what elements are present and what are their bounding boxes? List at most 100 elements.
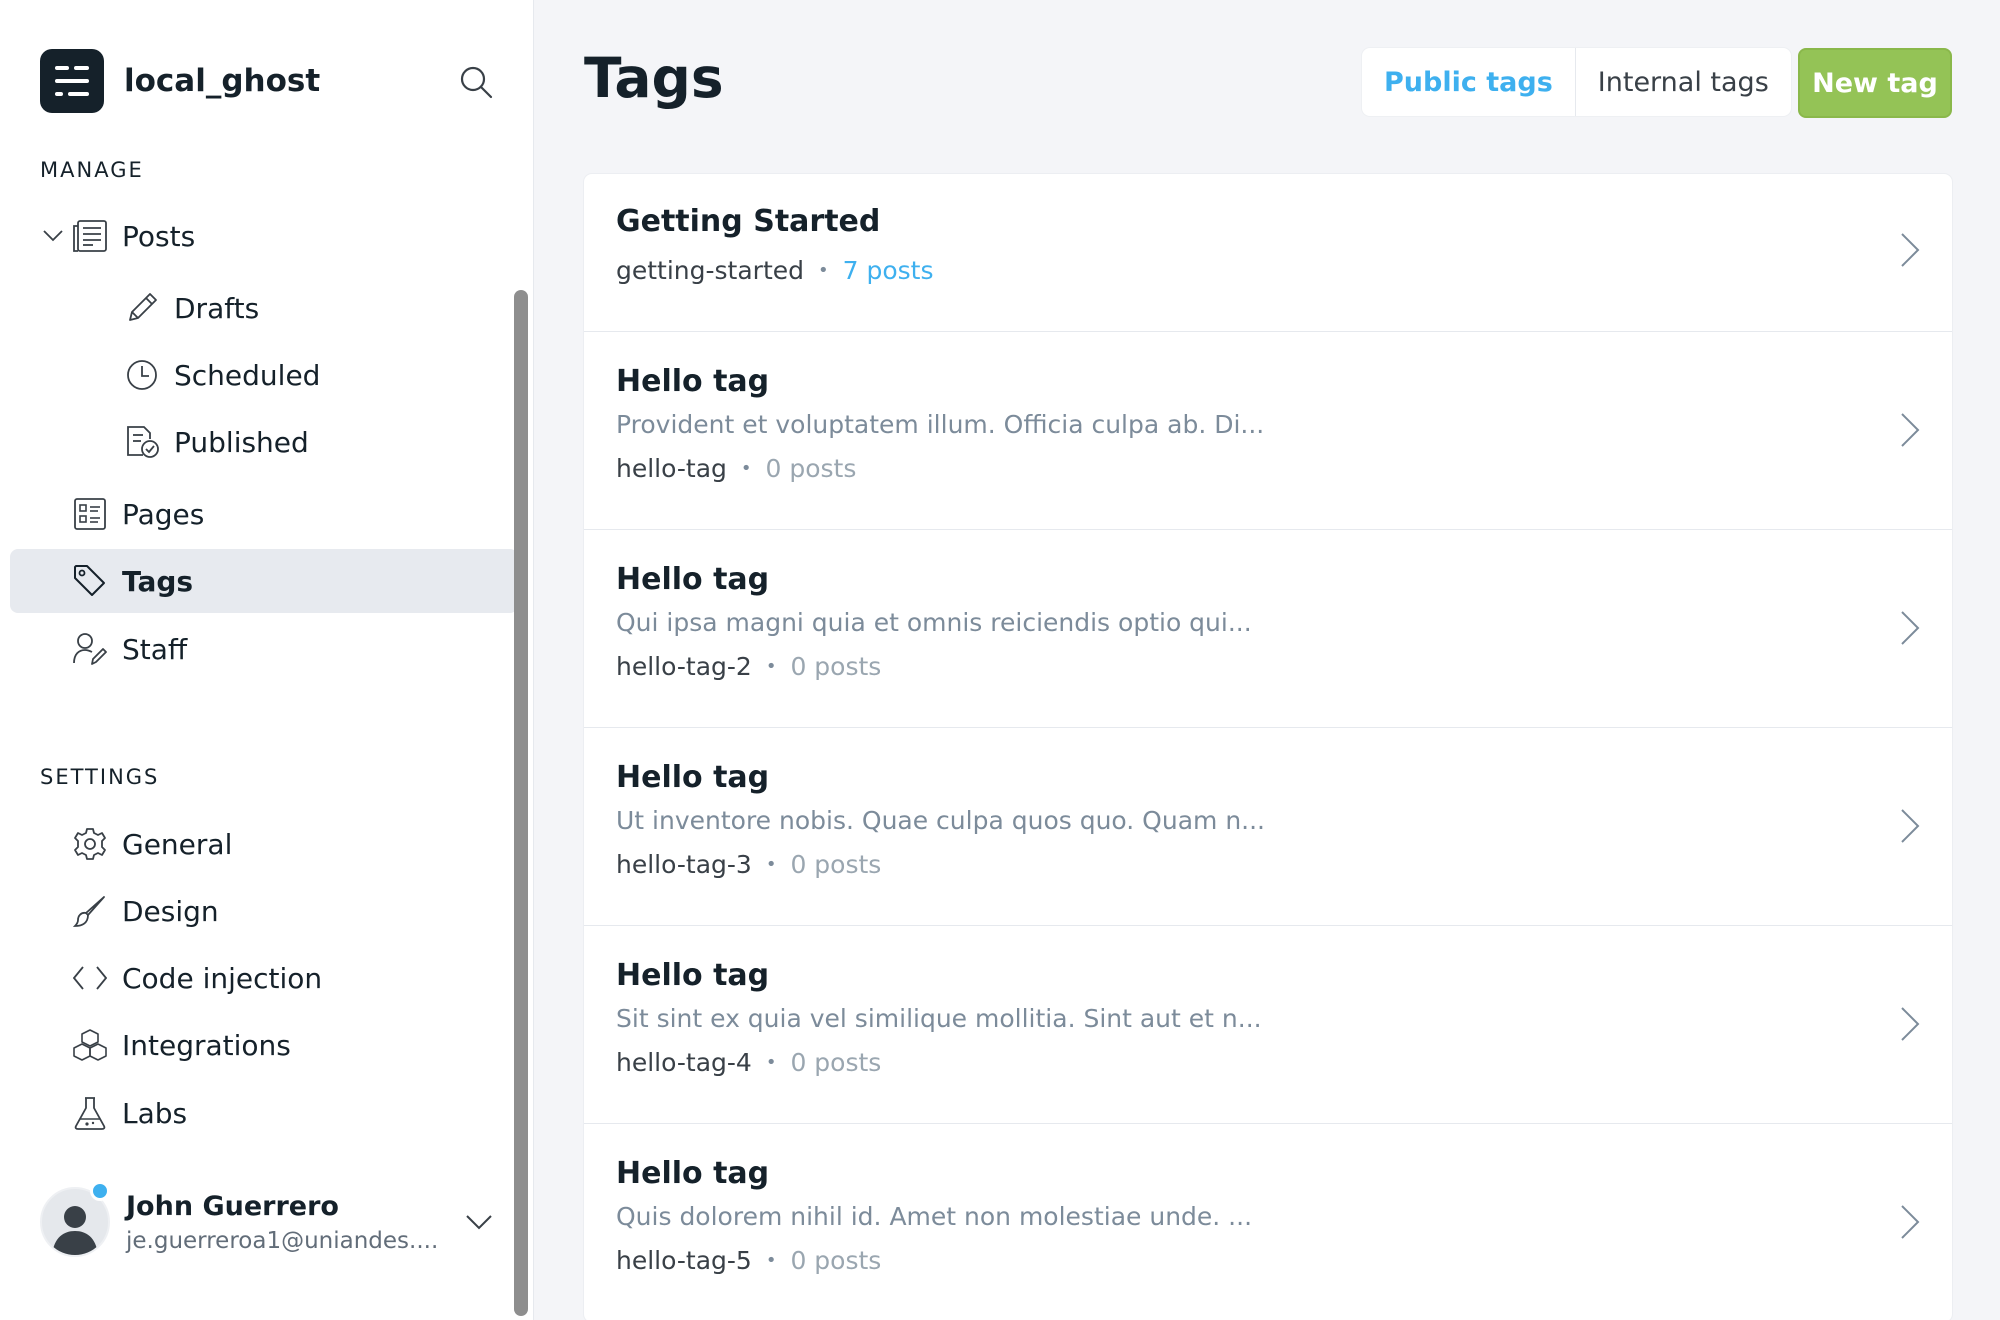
tag-slug: hello-tag-4: [616, 1048, 752, 1077]
chevron-right-icon: [1901, 1205, 1920, 1239]
sidebar-item-published[interactable]: Published: [10, 410, 518, 474]
tag-post-count: 0 posts: [790, 1048, 882, 1077]
sidebar-item-label: Posts: [122, 219, 196, 253]
published-icon: [124, 424, 160, 460]
sidebar-item-label: Code injection: [122, 961, 323, 995]
meta-separator: •: [765, 1052, 777, 1073]
chevron-right-icon: [1901, 809, 1920, 843]
tag-row[interactable]: Hello tag Provident et voluptatem illum.…: [584, 332, 1952, 530]
sidebar-item-label: Drafts: [174, 291, 260, 325]
tag-slug: hello-tag: [616, 454, 727, 483]
sidebar-item-design[interactable]: Design: [10, 879, 518, 943]
tag-meta: hello-tag • 0 posts: [616, 454, 856, 483]
sidebar-item-posts[interactable]: Posts: [10, 204, 518, 268]
clock-icon: [124, 357, 160, 393]
sidebar-item-pages[interactable]: Pages: [10, 482, 518, 546]
manage-section-title: MANAGE: [40, 158, 144, 182]
chevron-right-icon: [1901, 611, 1920, 645]
tag-slug: hello-tag-3: [616, 850, 752, 879]
tag-type-tabs: Public tags Internal tags: [1362, 48, 1791, 116]
chevron-down-icon[interactable]: [40, 223, 66, 249]
tag-row[interactable]: Getting Started getting-started • 7 post…: [584, 174, 1952, 332]
sidebar-scrollbar[interactable]: [514, 290, 528, 1316]
user-menu[interactable]: John Guerrero je.guerreroa1@uniandes....: [40, 1181, 500, 1262]
gear-icon: [72, 826, 108, 862]
tag-description: Sit sint ex quia vel similique mollitia.…: [616, 1004, 1262, 1033]
search-button[interactable]: [456, 62, 496, 102]
ghost-logo-icon: [40, 49, 104, 113]
integrations-icon: [72, 1027, 108, 1063]
sidebar-item-label: Design: [122, 894, 219, 928]
sidebar-item-tags[interactable]: Tags: [10, 549, 518, 613]
sidebar-item-label: Integrations: [122, 1028, 291, 1062]
code-icon: [72, 960, 108, 996]
tag-post-count: 0 posts: [790, 652, 882, 681]
chevron-down-icon[interactable]: [464, 1212, 494, 1232]
flask-icon: [72, 1095, 108, 1131]
tag-description: Provident et voluptatem illum. Officia c…: [616, 410, 1265, 439]
sidebar-item-general[interactable]: General: [10, 812, 518, 876]
tag-row[interactable]: Hello tag Ut inventore nobis. Quae culpa…: [584, 728, 1952, 926]
user-email: je.guerreroa1@uniandes....: [126, 1227, 439, 1254]
tag-name: Hello tag: [616, 760, 770, 795]
tag-slug: hello-tag-5: [616, 1246, 752, 1275]
tab-internal-tags[interactable]: Internal tags: [1574, 48, 1791, 116]
tag-meta: hello-tag-4 • 0 posts: [616, 1048, 881, 1077]
new-tag-button[interactable]: New tag: [1798, 48, 1952, 118]
sidebar-item-label: General: [122, 827, 233, 861]
posts-icon: [72, 218, 108, 254]
chevron-right-icon: [1901, 233, 1920, 267]
notification-dot: [90, 1181, 110, 1201]
tag-meta: hello-tag-5 • 0 posts: [616, 1246, 881, 1275]
brush-icon: [72, 893, 108, 929]
settings-section-title: SETTINGS: [40, 765, 160, 789]
tag-slug: hello-tag-2: [616, 652, 752, 681]
tag-row[interactable]: Hello tag Qui ipsa magni quia et omnis r…: [584, 530, 1952, 728]
user-name: John Guerrero: [126, 1190, 339, 1222]
tab-public-tags[interactable]: Public tags: [1362, 48, 1575, 116]
sidebar-item-label: Published: [174, 425, 309, 459]
tag-name: Getting Started: [616, 204, 881, 239]
meta-separator: •: [765, 1250, 777, 1271]
meta-separator: •: [740, 458, 752, 479]
tag-description: Qui ipsa magni quia et omnis reiciendis …: [616, 608, 1252, 637]
tag-row[interactable]: Hello tag Sit sint ex quia vel similique…: [584, 926, 1952, 1124]
tag-description: Ut inventore nobis. Quae culpa quos quo.…: [616, 806, 1265, 835]
tag-name: Hello tag: [616, 1156, 770, 1191]
sidebar-item-scheduled[interactable]: Scheduled: [10, 343, 518, 407]
sidebar-item-label: Tags: [122, 564, 194, 598]
chevron-right-icon: [1901, 1007, 1920, 1041]
tag-name: Hello tag: [616, 364, 770, 399]
tag-meta: hello-tag-2 • 0 posts: [616, 652, 881, 681]
sidebar-item-label: Pages: [122, 497, 205, 531]
tag-post-count[interactable]: 7 posts: [843, 256, 934, 285]
sidebar-item-code-injection[interactable]: Code injection: [10, 946, 518, 1010]
pages-icon: [72, 496, 108, 532]
tag-row[interactable]: Hello tag Quis dolorem nihil id. Amet no…: [584, 1124, 1952, 1320]
tag-post-count: 0 posts: [790, 850, 882, 879]
site-name: local_ghost: [124, 63, 321, 99]
tag-slug: getting-started: [616, 256, 805, 285]
brand[interactable]: local_ghost: [40, 48, 320, 114]
staff-icon: [72, 631, 108, 667]
sidebar-item-label: Labs: [122, 1096, 188, 1130]
sidebar-item-labs[interactable]: Labs: [10, 1081, 518, 1145]
chevron-right-icon: [1901, 413, 1920, 447]
tag-meta: hello-tag-3 • 0 posts: [616, 850, 881, 879]
tag-meta: getting-started • 7 posts: [616, 256, 934, 285]
tag-icon: [72, 563, 108, 599]
sidebar-item-label: Scheduled: [174, 358, 321, 392]
tag-name: Hello tag: [616, 958, 770, 993]
tag-name: Hello tag: [616, 562, 770, 597]
page-title: Tags: [584, 46, 724, 110]
sidebar-item-staff[interactable]: Staff: [10, 617, 518, 681]
tag-post-count: 0 posts: [790, 1246, 882, 1275]
sidebar-item-label: Staff: [122, 632, 188, 666]
sidebar-item-drafts[interactable]: Drafts: [10, 276, 518, 340]
sidebar: local_ghost MANAGE Posts Drafts Schedule…: [0, 0, 534, 1320]
tag-list: Getting Started getting-started • 7 post…: [584, 174, 1952, 1320]
meta-separator: •: [765, 854, 777, 875]
sidebar-item-integrations[interactable]: Integrations: [10, 1013, 518, 1077]
tag-description: Quis dolorem nihil id. Amet non molestia…: [616, 1202, 1253, 1231]
tag-post-count: 0 posts: [765, 454, 857, 483]
